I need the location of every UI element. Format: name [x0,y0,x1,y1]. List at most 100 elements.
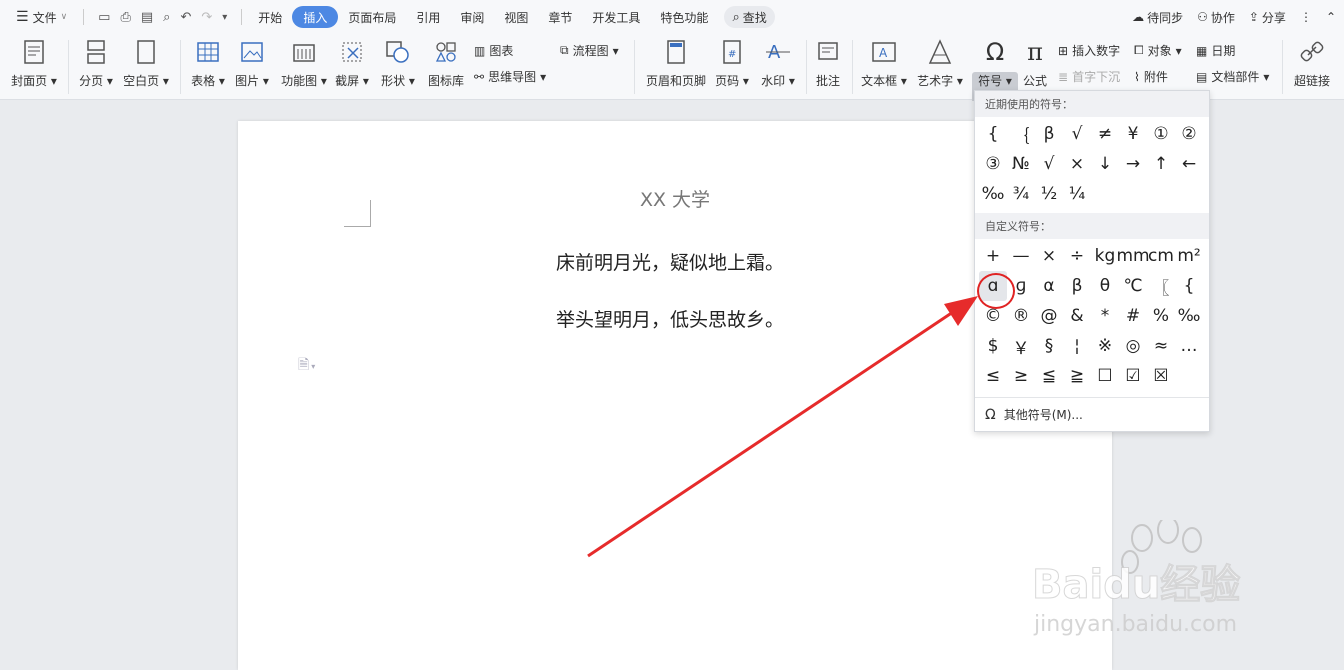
comment-button[interactable]: 批注 [798,38,858,89]
recent-symbol[interactable]: ¼ [1063,179,1091,209]
custom-symbol[interactable]: … [1175,331,1203,361]
sync-button[interactable]: ☁ 待同步 [1132,9,1183,26]
custom-symbol[interactable]: 〖 [1147,271,1175,301]
recent-symbol[interactable]: ① [1147,119,1175,149]
custom-symbol[interactable]: ɑ [979,271,1007,301]
recent-symbol[interactable]: № [1007,149,1035,179]
custom-symbol[interactable]: × [1035,241,1063,271]
custom-symbol[interactable]: θ [1091,271,1119,301]
tab-special-features[interactable]: 特色功能 [650,6,718,28]
custom-symbol[interactable]: ¦ [1063,331,1091,361]
custom-symbol[interactable]: § [1035,331,1063,361]
recent-symbol[interactable]: { [979,119,1007,149]
print-preview-icon[interactable]: ⎙ [120,10,130,25]
recent-symbol[interactable]: ↓ [1091,149,1119,179]
chart-button[interactable]: ▥ 图表 [474,42,513,59]
icon-library-button[interactable]: 图标库 [416,38,476,89]
tab-developer[interactable]: 开发工具 [582,6,650,28]
custom-symbol[interactable]: ≧ [1063,361,1091,391]
formula-button[interactable]: π 公式 [1005,38,1065,89]
redo-icon[interactable]: ↷ [201,10,212,25]
insert-number-button[interactable]: ⊞ 插入数字 [1058,42,1120,59]
custom-symbol[interactable]: @ [1035,301,1063,331]
custom-symbol[interactable]: ☐ [1091,361,1119,391]
custom-symbol[interactable]: { [1175,271,1203,301]
customize-icon[interactable]: ▾ [222,12,227,23]
collaborate-button[interactable]: ⚇ 协作 [1197,9,1235,26]
doc-line-1[interactable]: 床前明月光，疑似地上霜。 [520,248,820,275]
custom-symbol[interactable]: © [979,301,1007,331]
custom-symbol[interactable]: β [1063,271,1091,301]
art-text-button[interactable]: 艺术字 ▾ [910,38,970,89]
custom-symbol[interactable]: kg [1091,241,1119,271]
custom-symbol[interactable]: m² [1175,241,1203,271]
tab-view[interactable]: 视图 [494,6,538,28]
custom-symbol[interactable]: ≥ [1007,361,1035,391]
date-button[interactable]: ▦ 日期 [1196,42,1235,59]
cover-page-button[interactable]: 封面页 ▾ [4,38,64,89]
tab-insert[interactable]: 插入 [292,6,339,28]
custom-symbol[interactable]: ※ [1091,331,1119,361]
custom-symbol[interactable]: $ [979,331,1007,361]
custom-symbol[interactable]: ☑ [1119,361,1147,391]
attachment-button[interactable]: ⌇ 附件 [1134,68,1168,85]
tab-references[interactable]: 引用 [406,6,450,28]
custom-symbol[interactable]: & [1063,301,1091,331]
custom-symbol[interactable]: ≈ [1147,331,1175,361]
tab-review[interactable]: 审阅 [450,6,494,28]
custom-symbol[interactable]: ℃ [1119,271,1147,301]
hyperlink-button[interactable]: 超链接 [1282,38,1342,89]
share-button[interactable]: ⇪ 分享 [1249,9,1286,26]
recent-symbol[interactable]: ‰ [979,179,1007,209]
picture-button[interactable]: 图片 ▾ [222,38,282,89]
custom-symbol[interactable]: cm [1147,241,1175,271]
recent-symbol[interactable]: ¾ [1007,179,1035,209]
custom-symbol[interactable]: ◎ [1119,331,1147,361]
custom-symbol[interactable]: * [1091,301,1119,331]
recent-symbol[interactable]: ｛ [1007,119,1035,149]
tab-page-layout[interactable]: 页面布局 [338,6,406,28]
recent-symbol[interactable]: × [1063,149,1091,179]
custom-symbol[interactable]: ≦ [1035,361,1063,391]
custom-symbol[interactable]: + [979,241,1007,271]
more-symbols-button[interactable]: Ω 其他符号(M)... [975,402,1209,427]
mindmap-button[interactable]: ⚯ 思维导图 ▾ [474,68,546,85]
doc-title[interactable]: XX 大学 [560,185,790,212]
recent-symbol[interactable]: ↑ [1147,149,1175,179]
custom-symbol[interactable]: ☒ [1147,361,1175,391]
recent-symbol[interactable]: ½ [1035,179,1063,209]
custom-symbol[interactable]: ‰ [1175,301,1203,331]
custom-symbol[interactable]: ® [1007,301,1035,331]
blank-page-button[interactable]: 空白页 ▾ [116,38,176,89]
recent-symbol[interactable]: √ [1063,119,1091,149]
custom-symbol[interactable]: ÷ [1063,241,1091,271]
recent-symbol[interactable]: β [1035,119,1063,149]
flowchart-button[interactable]: ⧉ 流程图 ▾ [560,42,619,59]
undo-icon[interactable]: ↶ [180,10,191,25]
tab-home[interactable]: 开始 [248,6,292,28]
search-button[interactable]: ⌕ 查找 [724,6,775,28]
custom-symbol[interactable]: — [1007,241,1035,271]
recent-symbol[interactable]: ② [1175,119,1203,149]
preview-icon[interactable]: ⌕ [163,10,170,25]
recent-symbol[interactable]: → [1119,149,1147,179]
object-button[interactable]: ⧠ 对象 ▾ [1134,42,1182,59]
recent-symbol[interactable]: ← [1175,149,1203,179]
paragraph-layout-icon[interactable]: 🗎 ▾ [298,354,315,378]
recent-symbol[interactable]: ≠ [1091,119,1119,149]
tab-section[interactable]: 章节 [538,6,582,28]
header-footer-button[interactable]: 页眉和页脚 [644,38,708,89]
doc-line-2[interactable]: 举头望明月，低头思故乡。 [520,305,820,332]
file-menu[interactable]: ☰ 文件 ∨ [6,6,77,28]
custom-symbol[interactable]: ￥ [1007,331,1035,361]
print-icon[interactable]: ▤ [141,10,153,25]
custom-symbol[interactable]: mm [1116,241,1149,271]
collapse-ribbon-icon[interactable]: ⌃ [1326,10,1336,24]
custom-symbol[interactable]: # [1119,301,1147,331]
custom-symbol[interactable]: ɡ [1007,271,1035,301]
custom-symbol[interactable]: % [1147,301,1175,331]
save-icon[interactable]: ▭ [98,10,110,25]
custom-symbol[interactable]: α [1035,271,1063,301]
doc-parts-button[interactable]: ▤ 文档部件 ▾ [1196,68,1269,85]
textbox-button[interactable]: A 文本框 ▾ [854,38,914,89]
